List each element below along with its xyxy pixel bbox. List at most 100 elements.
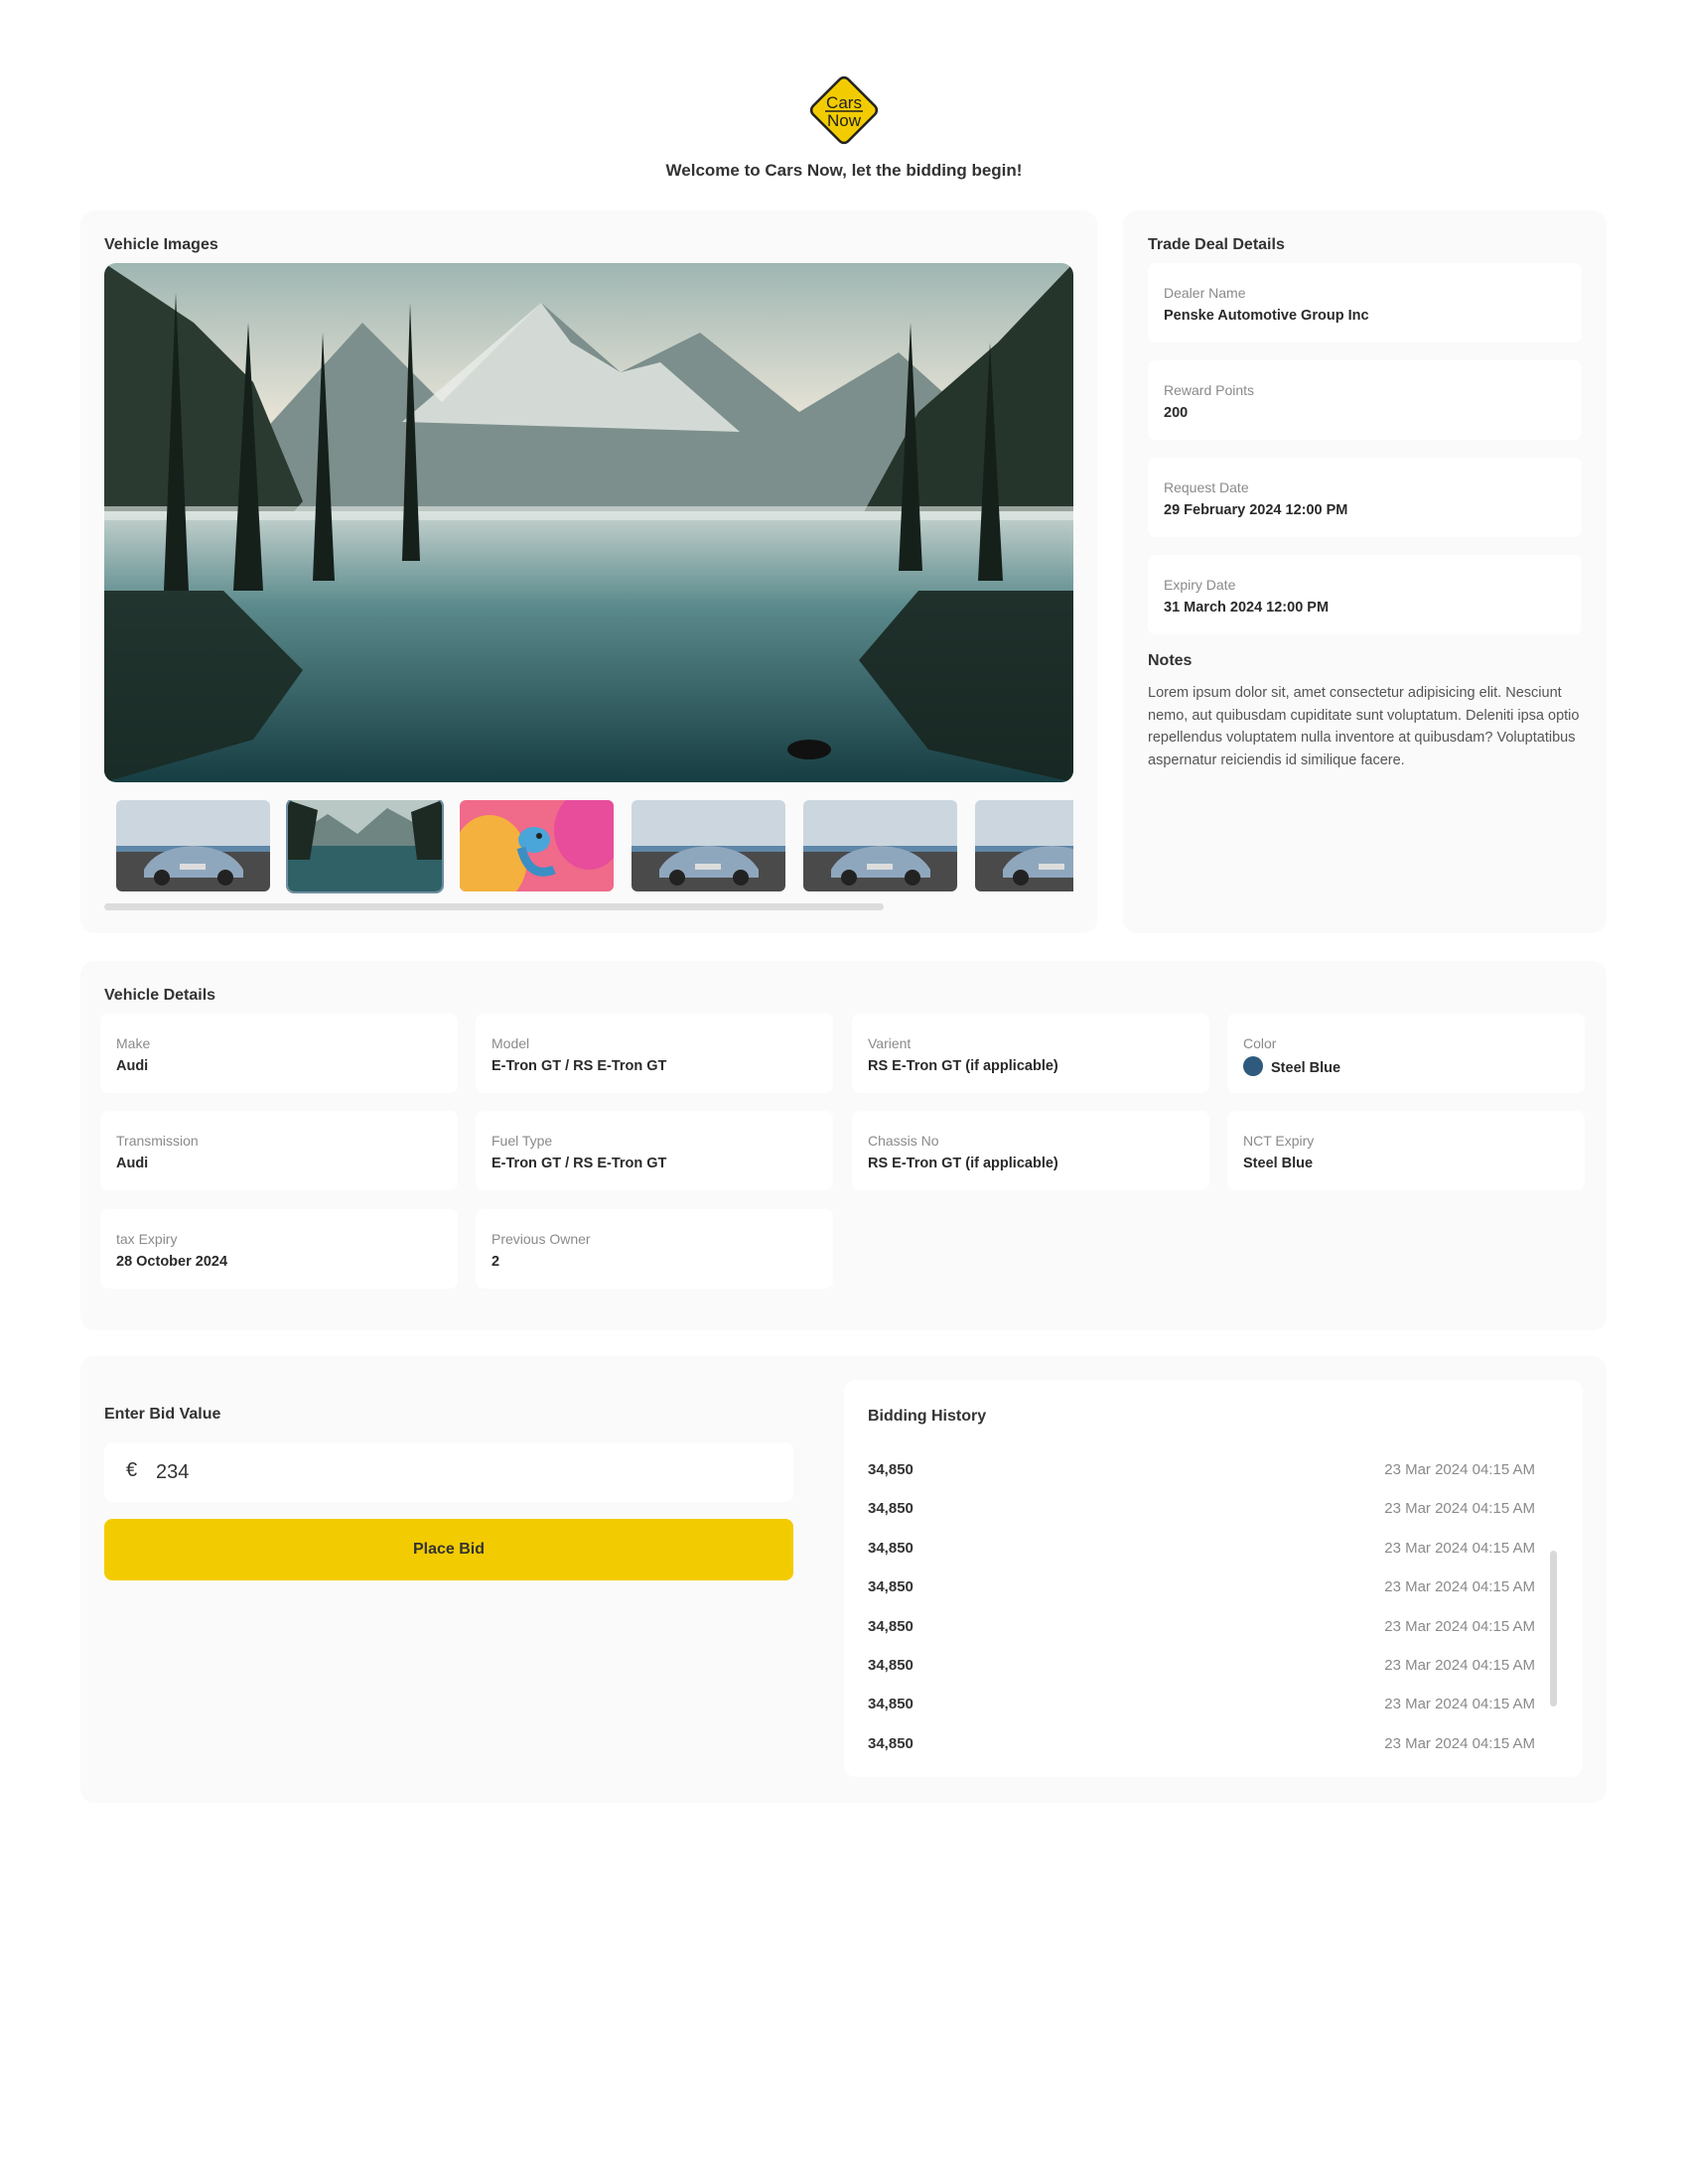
vehicle-details-panel: Vehicle Details Make Audi Model E-Tron G… [80,961,1607,1330]
expiry-date-card: Expiry Date 31 March 2024 12:00 PM [1148,555,1582,634]
history-row: 34,850 23 Mar 2024 04:15 AM [868,1653,1535,1692]
logo-text-cars: Cars [826,93,862,112]
place-bid-button[interactable]: Place Bid [104,1519,793,1580]
reward-points-card: Reward Points 200 [1148,360,1582,440]
bidding-history-card: Bidding History 34,850 23 Mar 2024 04:15 … [844,1380,1583,1777]
field-value: E-Tron GT / RS E-Tron GT [492,1156,667,1171]
field-label: Make [116,1035,151,1051]
color-name: Steel Blue [1271,1059,1341,1076]
thumbnail-car[interactable] [116,800,270,891]
color-swatch [1243,1056,1263,1076]
enter-bid-title: Enter Bid Value [104,1406,221,1423]
bid-date: 23 Mar 2024 04:15 AM [1384,1734,1535,1752]
thumbnail-car[interactable] [975,800,1073,891]
bid-date: 23 Mar 2024 04:15 AM [1384,1696,1535,1713]
thumbnail-lake[interactable] [286,800,444,893]
color-value: Steel Blue [1243,1056,1341,1078]
fuel-type-card: Fuel Type E-Tron GT / RS E-Tron GT [476,1111,833,1190]
field-label: Reward Points [1164,382,1255,398]
bid-amount: 34,850 [868,1696,914,1713]
history-row: 34,850 23 Mar 2024 04:15 AM [868,1692,1535,1730]
transmission-card: Transmission Audi [100,1111,458,1190]
bid-amount: 34,850 [868,1500,914,1518]
cars-now-logo[interactable]: Cars Now [803,69,885,151]
field-value: 200 [1164,405,1189,421]
field-label: Expiry Date [1164,577,1236,593]
welcome-message: Welcome to Cars Now, let the bidding beg… [665,161,1023,180]
field-value: RS E-Tron GT (if applicable) [868,1156,1058,1171]
bid-input-field[interactable]: € [104,1442,793,1502]
history-scrollbar[interactable] [1550,1551,1557,1706]
euro-currency-icon: € [126,1459,138,1481]
bid-date: 23 Mar 2024 04:15 AM [1384,1656,1535,1674]
field-label: Chassis No [868,1133,939,1149]
variant-card: Varient RS E-Tron GT (if applicable) [852,1014,1209,1093]
tax-expiry-card: tax Expiry 28 October 2024 [100,1209,458,1289]
bid-date: 23 Mar 2024 04:15 AM [1384,1500,1535,1518]
bid-amount: 34,850 [868,1461,914,1478]
field-label: Color [1243,1035,1277,1051]
bid-date: 23 Mar 2024 04:15 AM [1384,1539,1535,1557]
history-row: 34,850 23 Mar 2024 04:15 AM [868,1457,1535,1496]
notes-text: Lorem ipsum dolor sit, amet consectetur … [1148,685,1580,768]
field-label: Fuel Type [492,1133,553,1149]
vehicle-images-panel: Vehicle Images [80,210,1097,933]
bidding-history-list[interactable]: 34,850 23 Mar 2024 04:15 AM 34,850 23 Mar … [868,1457,1535,1770]
field-label: NCT Expiry [1243,1133,1315,1149]
bid-amount: 34,850 [868,1539,914,1557]
logo-text-now: Now [827,111,862,130]
bid-date: 23 Mar 2024 04:15 AM [1384,1617,1535,1635]
field-value: E-Tron GT / RS E-Tron GT [492,1058,667,1074]
vehicle-details-title: Vehicle Details [104,987,216,1004]
bid-amount: 34,850 [868,1578,914,1596]
model-card: Model E-Tron GT / RS E-Tron GT [476,1014,833,1093]
bid-amount: 34,850 [868,1734,914,1752]
history-row: 34,850 23 Mar 2024 04:15 AM [868,1614,1535,1653]
field-label: Request Date [1164,479,1249,495]
history-row: 34,850 23 Mar 2024 04:15 AM [868,1574,1535,1613]
field-label: Previous Owner [492,1231,591,1247]
field-value: Penske Automotive Group Inc [1164,308,1369,324]
bid-amount: 34,850 [868,1617,914,1635]
thumbnail-car[interactable] [632,800,785,891]
field-label: Dealer Name [1164,285,1246,301]
main-vehicle-image[interactable] [104,263,1073,782]
nct-expiry-card: NCT Expiry Steel Blue [1227,1111,1585,1190]
field-value: RS E-Tron GT (if applicable) [868,1058,1058,1074]
bid-date: 23 Mar 2024 04:15 AM [1384,1461,1535,1478]
request-date-card: Request Date 29 February 2024 12:00 PM [1148,458,1582,537]
thumbnail-strip[interactable] [104,800,1073,893]
bid-date: 23 Mar 2024 04:15 AM [1384,1578,1535,1596]
chassis-no-card: Chassis No RS E-Tron GT (if applicable) [852,1111,1209,1190]
color-card: Color Steel Blue [1227,1014,1585,1093]
field-value: 2 [492,1254,500,1270]
field-value: Steel Blue [1243,1156,1314,1171]
thumbnail-car[interactable] [803,800,957,891]
vehicle-images-title: Vehicle Images [104,236,218,253]
bid-amount: 34,850 [868,1656,914,1674]
field-value: 31 March 2024 12:00 PM [1164,600,1330,615]
thumbnail-scrollbar[interactable] [104,903,884,910]
field-value: 29 February 2024 12:00 PM [1164,502,1348,518]
previous-owner-card: Previous Owner 2 [476,1209,833,1289]
bidding-panel: Enter Bid Value € Place Bid Bidding Hist… [80,1356,1607,1803]
field-value: 28 October 2024 [116,1254,228,1270]
history-row: 34,850 23 Mar 2024 04:15 AM [868,1496,1535,1535]
field-value: Audi [116,1156,149,1171]
make-card: Make Audi [100,1014,458,1093]
field-label: Model [492,1035,530,1051]
bid-value-input[interactable] [156,1454,752,1490]
trade-deal-panel: Trade Deal Details Dealer Name Penske Au… [1123,210,1607,933]
trade-deal-title: Trade Deal Details [1148,236,1285,253]
dealer-name-card: Dealer Name Penske Automotive Group Inc [1148,263,1582,342]
field-label: Transmission [116,1133,199,1149]
field-label: tax Expiry [116,1231,178,1247]
field-value: Audi [116,1058,149,1074]
history-row: 34,850 23 Mar 2024 04:15 AM [868,1731,1535,1770]
bidding-history-title: Bidding History [868,1408,987,1425]
page-header: Cars Now Welcome to Cars Now, let the bi… [0,69,1688,181]
thumbnail-chameleon[interactable] [460,800,614,891]
field-label: Varient [868,1035,912,1051]
history-row: 34,850 23 Mar 2024 04:15 AM [868,1536,1535,1574]
notes-title: Notes [1148,652,1193,669]
